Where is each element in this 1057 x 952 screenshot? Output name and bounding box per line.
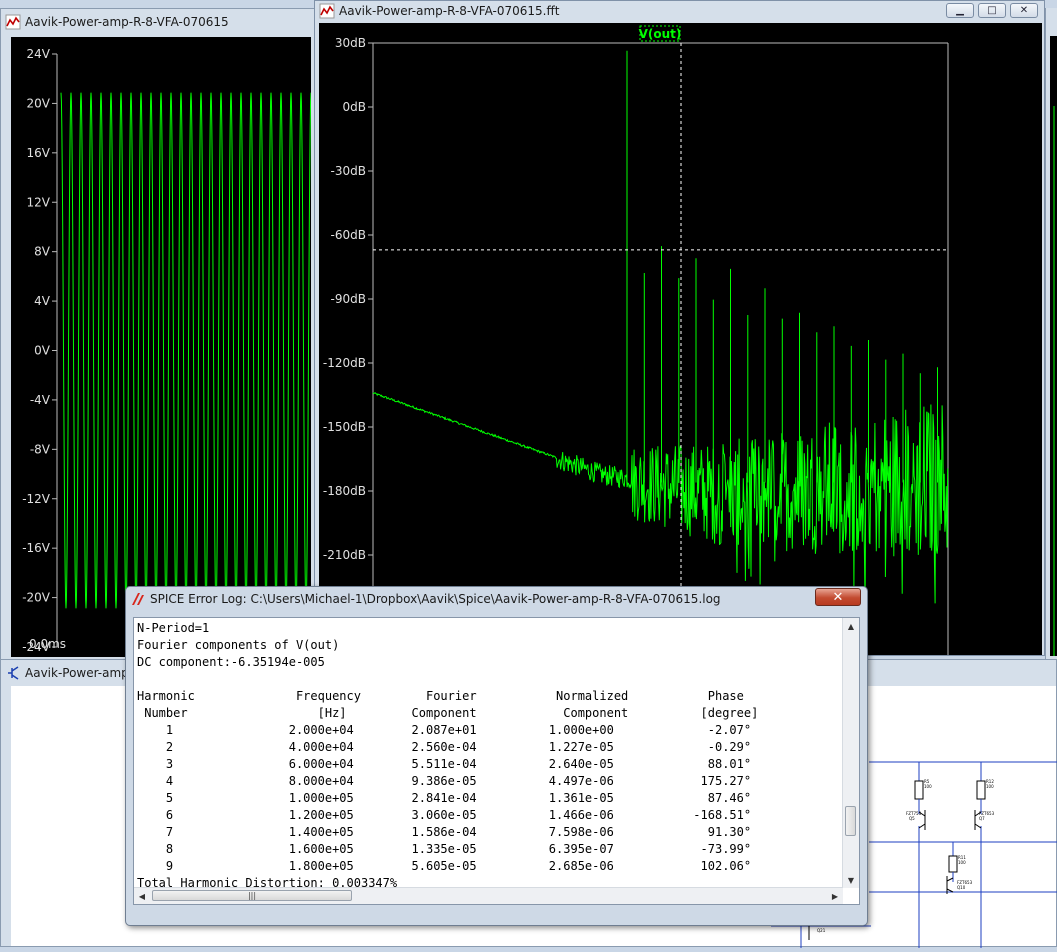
vertical-scroll-thumb[interactable]: [845, 806, 856, 836]
time-y-tick-label: 20V: [27, 96, 51, 110]
fft-y-tick-label: 30dB: [335, 36, 366, 50]
log-data-row: 4 8.000e+04 9.386e-05 4.497e-06 175.27°: [137, 774, 752, 788]
time-y-tick-label: -4V: [30, 393, 51, 407]
time-plot-svg: 24V20V16V12V8V4V0V-4V-8V-12V-16V-20V-24V…: [22, 47, 312, 654]
log-titlebar[interactable]: SPICE Error Log: C:\Users\Michael-1\Drop…: [126, 587, 867, 611]
fft-y-tick-label: -180dB: [323, 484, 366, 498]
log-header-line: DC component:-6.35194e-005: [137, 655, 325, 669]
fft-y-tick-label: -150dB: [323, 420, 366, 434]
log-data-row: 9 1.800e+05 5.605e-05 2.685e-06 102.06°: [137, 859, 752, 873]
scroll-left-icon[interactable]: ◀: [134, 888, 150, 904]
fft-trace: [372, 392, 949, 610]
time-y-tick-label: 16V: [27, 146, 51, 160]
waveform-icon: [319, 3, 335, 19]
time-y-tick-label: 4V: [34, 294, 51, 308]
fft-y-tick-label: -30dB: [331, 164, 366, 178]
scroll-right-icon[interactable]: ▶: [827, 888, 843, 904]
time-y-tick-label: -16V: [22, 541, 51, 555]
fft-window-titlebar[interactable]: Aavik-Power-amp-R-8-VFA-070615.fft: [315, 1, 1044, 21]
log-data-row: 1 2.000e+04 2.087e+01 1.000e+00 -2.07°: [137, 723, 752, 737]
vertical-scrollbar[interactable]: ▲ ▼: [842, 618, 859, 888]
time-y-tick-label: 24V: [27, 47, 51, 61]
fft-y-tick-label: -60dB: [331, 228, 366, 242]
log-column-header: Number [Hz] Component Component [degree]: [137, 706, 759, 720]
log-data-row: 7 1.400e+05 1.586e-04 7.598e-06 91.30°: [137, 825, 752, 839]
time-x-tick-label: 0.0ms: [29, 637, 66, 651]
svg-text:Q7: Q7: [979, 816, 985, 821]
time-trace: [60, 92, 312, 609]
close-button[interactable]: ✕: [1010, 3, 1038, 18]
svg-text:100: 100: [986, 784, 994, 789]
horizontal-scroll-thumb[interactable]: |||: [152, 890, 352, 901]
fft-plot-svg: 30dB 0dB -30dB -60dB -90dB -120dB -150dB -180dB…: [323, 25, 949, 655]
log-data-row: 2 4.000e+04 2.560e-04 1.227e-05 -0.29°: [137, 740, 752, 754]
log-data-row: 8 1.600e+05 1.335e-05 6.395e-07 -73.99°: [137, 842, 752, 856]
svg-text:Q10: Q10: [957, 885, 966, 890]
time-y-tick-label: 12V: [27, 195, 51, 209]
time-y-tick-label: -8V: [30, 442, 51, 456]
close-icon: ✕: [832, 589, 844, 605]
fft-trace-label-text: V(out): [639, 27, 682, 41]
schematic-icon: [8, 666, 19, 680]
spice-error-log-dialog[interactable]: SPICE Error Log: C:\Users\Michael-1\Drop…: [125, 586, 868, 926]
log-data-row: 5 1.000e+05 2.841e-04 1.361e-05 87.46°: [137, 791, 752, 805]
time-y-tick-label: 0V: [34, 344, 51, 358]
fft-y-tick-label: -120dB: [323, 356, 366, 370]
log-header-line: N-Period=1: [137, 621, 210, 635]
log-data-row: 3 6.000e+04 5.511e-04 2.640e-05 88.01°: [137, 757, 752, 771]
right-partial-window[interactable]: [1045, 8, 1057, 660]
log-close-button[interactable]: ✕: [815, 588, 861, 606]
time-y-tick-label: -12V: [22, 492, 51, 506]
ltspice-logo-icon: [132, 593, 144, 605]
time-y-tick-label: -20V: [22, 591, 51, 605]
svg-text:Q5: Q5: [909, 816, 915, 821]
svg-text:100: 100: [924, 784, 932, 789]
time-window-title: Aavik-Power-amp-R-8-VFA-070615: [25, 15, 229, 29]
fft-y-tick-label: -210dB: [323, 548, 366, 562]
scroll-up-icon[interactable]: ▲: [843, 618, 859, 634]
log-data-row: 6 1.200e+05 3.060e-05 1.466e-06 -168.51°: [137, 808, 752, 822]
log-title: SPICE Error Log: C:\Users\Michael-1\Drop…: [150, 592, 721, 606]
horizontal-scrollbar[interactable]: ◀ ||| ▶: [134, 887, 843, 904]
time-plot-area[interactable]: 24V 20V 16V 12V 8V 4V 0V -4V -8V -12V -16V -20V -24V…: [11, 37, 312, 657]
right-partial-plot: [1050, 36, 1057, 656]
fft-trace-label[interactable]: V(out): [639, 25, 682, 42]
fft-y-tick-label: 0dB: [343, 100, 366, 114]
maximize-icon: □: [987, 5, 997, 16]
maximize-button[interactable]: □: [978, 3, 1006, 18]
fft-plot-area[interactable]: 30dB 0dB -30dB -60dB -90dB -120dB -150dB -180dB…: [319, 23, 1042, 655]
time-y-tick-label: 8V: [34, 245, 51, 259]
svg-text:100: 100: [958, 860, 966, 865]
log-header-line: Fourier components of V(out): [137, 638, 340, 652]
log-blank-line: [137, 671, 758, 688]
svg-text:Q21: Q21: [817, 928, 826, 933]
time-domain-window[interactable]: Aavik-Power-amp-R-8-VFA-070615 24V 20V 16V…: [0, 8, 315, 660]
time-window-titlebar[interactable]: Aavik-Power-amp-R-8-VFA-070615: [1, 11, 314, 33]
minimize-icon: ▁: [956, 5, 964, 16]
waveform-icon: [5, 14, 21, 30]
scroll-down-icon[interactable]: ▼: [843, 872, 859, 888]
minimize-button[interactable]: ▁: [946, 3, 974, 18]
fft-y-tick-label: -90dB: [331, 292, 366, 306]
close-icon: ✕: [1019, 5, 1029, 16]
log-content: N-Period=1 Fourier components of V(out) DC…: [137, 620, 758, 892]
fft-window-title: Aavik-Power-amp-R-8-VFA-070615.fft: [339, 4, 560, 18]
log-text-area[interactable]: N-Period=1 Fourier components of V(out) DC…: [133, 617, 860, 905]
log-column-header: Harmonic Frequency Fourier Normalized Ph…: [137, 689, 744, 703]
fft-window[interactable]: Aavik-Power-amp-R-8-VFA-070615.fft ▁ □ ✕…: [314, 0, 1045, 656]
